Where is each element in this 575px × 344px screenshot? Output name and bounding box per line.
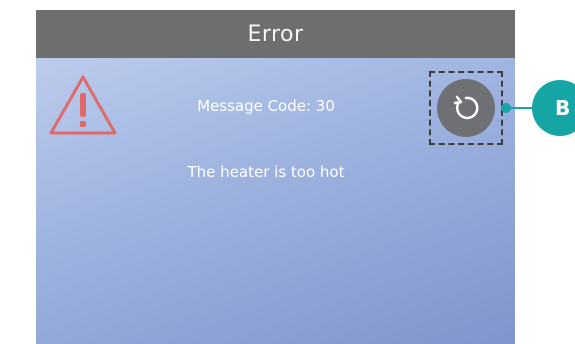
message-code: Message Code: 30 [197,97,335,115]
screen-title: Error [247,21,304,47]
reset-button[interactable] [429,71,503,145]
warning-triangle-icon [49,75,117,135]
title-bar: Error [36,10,515,58]
callout-label: B [555,96,571,120]
refresh-icon [453,95,479,120]
message-text: The heater is too hot [187,163,345,181]
error-screen: Error Message Code: 30 The heater is too… [36,10,515,344]
callout-badge: B [532,80,575,136]
reset-button-circle[interactable] [437,79,495,137]
callout-line [507,107,535,109]
